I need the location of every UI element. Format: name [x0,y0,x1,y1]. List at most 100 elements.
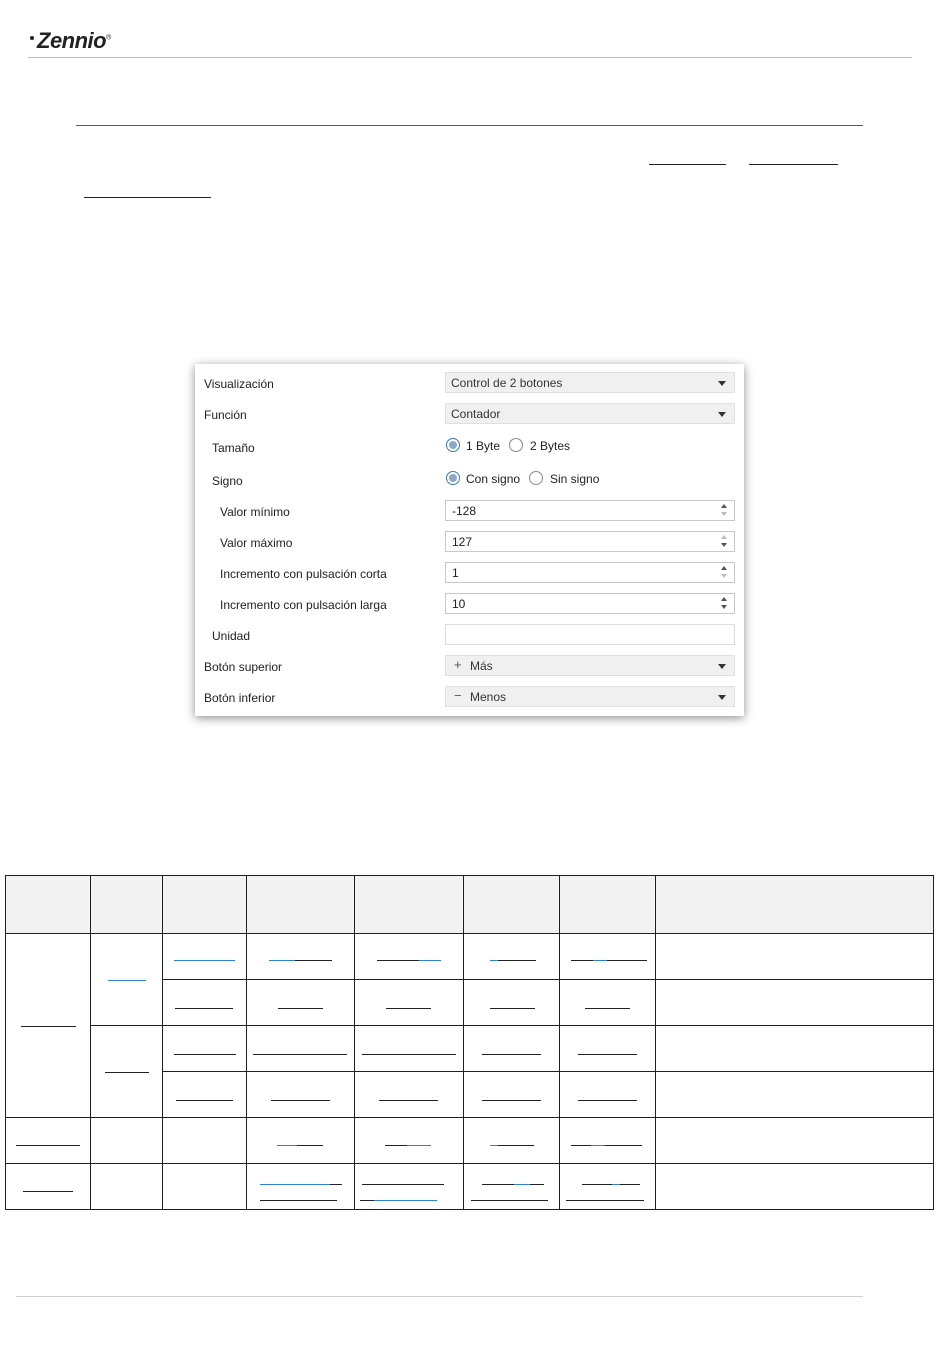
spin-down-icon[interactable] [721,512,727,516]
spin-down-icon[interactable] [721,543,727,547]
text-link-underline [749,164,838,165]
chevron-down-icon [718,664,726,669]
table-header-cell [162,875,247,934]
table-cell [559,1117,656,1164]
table-cell [246,1163,355,1210]
table-cell [559,1163,656,1210]
table-cell [559,979,656,1026]
tamano-label: Tamaño [212,441,255,455]
header-divider [28,57,912,58]
table-cell [354,1071,464,1118]
incremento-larga-input[interactable]: 10 [445,593,735,614]
table-cell [463,933,560,980]
incremento-corta-label: Incremento con pulsación corta [220,567,387,581]
spin-up-icon[interactable] [721,535,727,539]
row-valor-minimo: Valor mínimo -128 [195,500,744,524]
table-cell [463,1025,560,1072]
spin-up-icon[interactable] [721,597,727,601]
table-cell [246,979,355,1026]
table-cell [354,933,464,980]
spin-down-icon[interactable] [721,605,727,609]
table-header-cell [5,875,91,934]
table-cell [90,1117,163,1164]
table-cell [5,933,91,1118]
unidad-input[interactable] [445,624,735,645]
row-incremento-corta: Incremento con pulsación corta 1 [195,562,744,586]
funcion-dropdown[interactable]: Contador [445,403,735,424]
visualizacion-value: Control de 2 botones [451,376,563,390]
chevron-down-icon [718,381,726,386]
table-cell [162,979,247,1026]
visualizacion-label: Visualización [204,377,274,391]
signo-label: Signo [212,474,243,488]
row-boton-superior: Botón superior + Más [195,655,744,679]
table-cell [463,979,560,1026]
incremento-corta-value: 1 [452,566,459,580]
valor-minimo-input[interactable]: -128 [445,500,735,521]
spin-down-icon[interactable] [721,574,727,578]
table-cell [162,1071,247,1118]
radio-sin-signo-label: Sin signo [550,472,600,486]
table-header-cell [655,875,934,934]
boton-superior-dropdown[interactable]: + Más [445,655,735,676]
minus-icon: − [454,688,462,703]
radio-con-signo[interactable] [446,471,460,485]
row-valor-maximo: Valor máximo 127 [195,531,744,555]
table-cell [90,933,163,1026]
logo-text: Zennio [37,28,107,53]
radio-1-byte-label: 1 Byte [466,439,501,453]
funcion-label: Función [204,408,247,422]
valor-maximo-value: 127 [452,535,473,549]
row-signo: Signo Con signo Sin signo [195,469,744,493]
table-cell [5,1163,91,1210]
boton-superior-label: Botón superior [204,660,283,674]
boton-superior-value: Más [470,659,493,673]
table-cell [463,1163,560,1210]
table-cell [463,1071,560,1118]
boton-inferior-label: Botón inferior [204,691,276,705]
table-cell [354,979,464,1026]
table-cell [246,1117,355,1164]
table-row [5,1117,934,1164]
unidad-label: Unidad [212,629,251,643]
chevron-down-icon [718,412,726,417]
table-cell [90,1163,163,1210]
visualizacion-dropdown[interactable]: Control de 2 botones [445,372,735,393]
boton-inferior-value: Menos [470,690,507,704]
table-cell [354,1163,464,1210]
spin-up-icon[interactable] [721,504,727,508]
zennio-logo: Zennio® [30,28,111,54]
table-cell [463,1117,560,1164]
parameters-table [5,875,934,1210]
valor-maximo-input[interactable]: 127 [445,531,735,552]
logo-dot-icon [30,36,34,41]
plus-icon: + [454,657,462,672]
radio-2-bytes[interactable] [509,438,523,452]
row-funcion: Función Contador [195,403,744,427]
footer-divider [16,1296,863,1297]
table-cell [354,1025,464,1072]
row-tamano: Tamaño 1 Byte 2 Bytes [195,436,744,460]
table-cell [655,1025,934,1072]
radio-1-byte[interactable] [446,438,460,452]
incremento-corta-input[interactable]: 1 [445,562,735,583]
radio-2-bytes-label: 2 Bytes [530,439,571,453]
table-cell [354,1117,464,1164]
table-header-cell [354,875,464,934]
valor-minimo-value: -128 [452,504,477,518]
table-cell [559,1071,656,1118]
table-cell [162,1117,247,1164]
table-cell [655,1071,934,1118]
table-cell [162,1025,247,1072]
table-header-row [5,875,934,934]
spin-up-icon[interactable] [721,566,727,570]
radio-sin-signo[interactable] [529,471,543,485]
table-cell [655,1117,934,1164]
table-header-cell [246,875,355,934]
table-row [6,1025,934,1118]
table-cell [162,933,247,980]
boton-inferior-dropdown[interactable]: − Menos [445,686,735,707]
logo-registered-mark: ® [106,34,111,42]
table-cell [655,933,934,980]
table-cell [246,933,355,980]
